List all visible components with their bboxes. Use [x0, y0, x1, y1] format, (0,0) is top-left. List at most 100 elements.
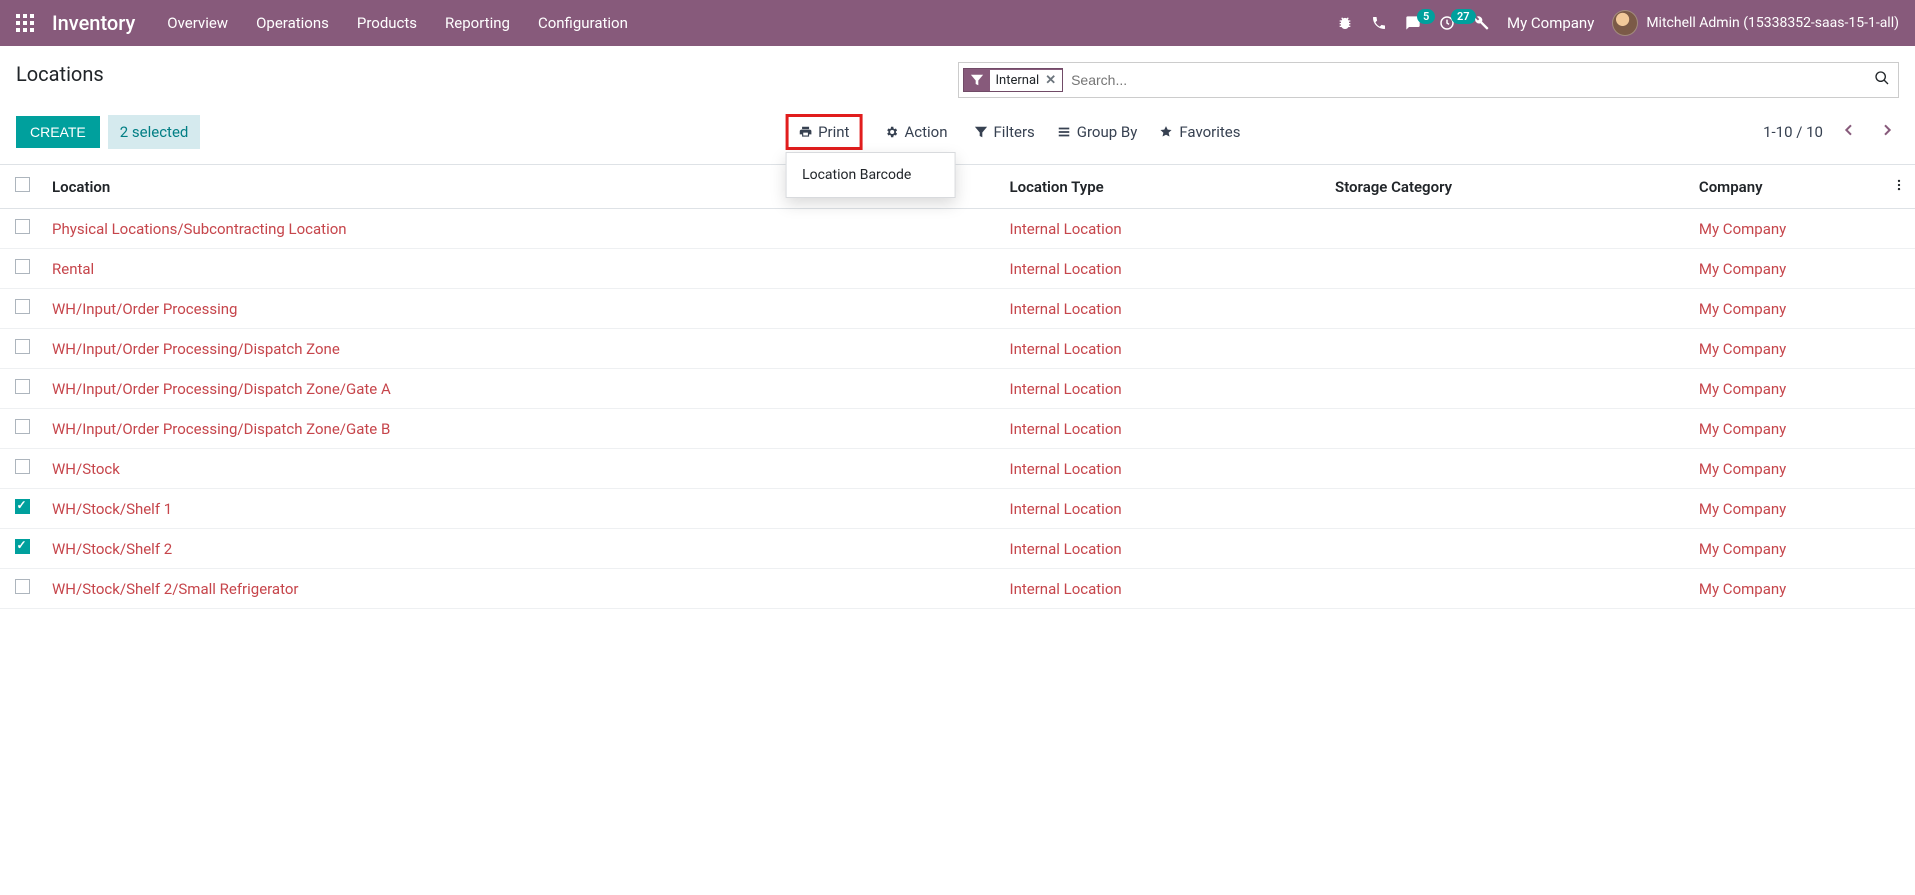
- cell-location[interactable]: WH/Input/Order Processing/Dispatch Zone/…: [44, 369, 1002, 409]
- favorites-button[interactable]: Favorites: [1159, 123, 1240, 141]
- row-checkbox[interactable]: [15, 299, 30, 314]
- cell-company[interactable]: My Company: [1691, 409, 1883, 449]
- table-row[interactable]: WH/Input/Order Processing/Dispatch ZoneI…: [0, 329, 1915, 369]
- facet-remove[interactable]: ✕: [1045, 73, 1056, 88]
- cell-company[interactable]: My Company: [1691, 369, 1883, 409]
- table-row[interactable]: RentalInternal Location My Company: [0, 249, 1915, 289]
- cell-location[interactable]: WH/Stock: [44, 449, 1002, 489]
- cell-type[interactable]: Internal Location: [1002, 369, 1328, 409]
- cell-company[interactable]: My Company: [1691, 529, 1883, 569]
- table-row[interactable]: WH/Stock/Shelf 2Internal Location My Comp…: [0, 529, 1915, 569]
- search-input[interactable]: [1071, 72, 1866, 88]
- app-brand[interactable]: Inventory: [52, 11, 135, 35]
- search-icon[interactable]: [1874, 70, 1890, 90]
- cell-company[interactable]: My Company: [1691, 569, 1883, 609]
- cell-storage[interactable]: [1327, 249, 1691, 289]
- apps-icon[interactable]: [16, 14, 34, 32]
- cell-location[interactable]: WH/Stock/Shelf 2: [44, 529, 1002, 569]
- table-row[interactable]: WH/Stock/Shelf 1Internal Location My Comp…: [0, 489, 1915, 529]
- header-storage[interactable]: Storage Category: [1327, 165, 1691, 209]
- nav-operations[interactable]: Operations: [256, 14, 329, 32]
- table-row[interactable]: WH/StockInternal Location My Company: [0, 449, 1915, 489]
- nav-configuration[interactable]: Configuration: [538, 14, 628, 32]
- cell-location[interactable]: WH/Input/Order Processing/Dispatch Zone/…: [44, 409, 1002, 449]
- row-checkbox-cell: [0, 289, 44, 329]
- cell-location[interactable]: Physical Locations/Subcontracting Locati…: [44, 209, 1002, 249]
- row-checkbox[interactable]: [15, 259, 30, 274]
- company-selector[interactable]: My Company: [1507, 14, 1594, 32]
- cell-type[interactable]: Internal Location: [1002, 209, 1328, 249]
- bug-icon[interactable]: [1337, 15, 1353, 31]
- cell-storage[interactable]: [1327, 409, 1691, 449]
- selection-count[interactable]: 2 selected: [108, 115, 201, 149]
- user-menu[interactable]: Mitchell Admin (15338352-saas-15-1-all): [1612, 10, 1899, 36]
- cell-storage[interactable]: [1327, 369, 1691, 409]
- groupby-button[interactable]: Group By: [1057, 123, 1138, 141]
- cell-storage[interactable]: [1327, 289, 1691, 329]
- print-dropdown-wrap: Print Location Barcode: [785, 114, 862, 150]
- cell-location[interactable]: WH/Stock/Shelf 2/Small Refrigerator: [44, 569, 1002, 609]
- print-button[interactable]: Print: [785, 114, 862, 150]
- tools-icon[interactable]: [1473, 15, 1489, 31]
- cell-opts: [1883, 249, 1915, 289]
- cell-type[interactable]: Internal Location: [1002, 489, 1328, 529]
- nav-products[interactable]: Products: [357, 14, 417, 32]
- nav-overview[interactable]: Overview: [167, 14, 228, 32]
- cell-company[interactable]: My Company: [1691, 489, 1883, 529]
- print-item-location-barcode[interactable]: Location Barcode: [786, 159, 954, 191]
- row-checkbox[interactable]: [15, 539, 30, 554]
- search-bar[interactable]: Internal ✕: [958, 62, 1900, 98]
- cell-storage[interactable]: [1327, 329, 1691, 369]
- cell-type[interactable]: Internal Location: [1002, 329, 1328, 369]
- row-checkbox[interactable]: [15, 579, 30, 594]
- cell-type[interactable]: Internal Location: [1002, 409, 1328, 449]
- phone-icon[interactable]: [1371, 15, 1387, 31]
- row-checkbox[interactable]: [15, 219, 30, 234]
- row-checkbox[interactable]: [15, 499, 30, 514]
- header-options[interactable]: [1883, 165, 1915, 209]
- cell-location[interactable]: WH/Stock/Shelf 1: [44, 489, 1002, 529]
- messages-icon[interactable]: 5: [1405, 15, 1421, 31]
- header-type[interactable]: Location Type: [1002, 165, 1328, 209]
- pager-next[interactable]: [1875, 118, 1899, 146]
- cell-company[interactable]: My Company: [1691, 209, 1883, 249]
- select-all-checkbox[interactable]: [15, 177, 30, 192]
- row-checkbox-cell: [0, 449, 44, 489]
- cell-type[interactable]: Internal Location: [1002, 249, 1328, 289]
- table-row[interactable]: WH/Input/Order Processing/Dispatch Zone/…: [0, 409, 1915, 449]
- avatar: [1612, 10, 1638, 36]
- cell-location[interactable]: WH/Input/Order Processing/Dispatch Zone: [44, 329, 1002, 369]
- table-row[interactable]: Physical Locations/Subcontracting Locati…: [0, 209, 1915, 249]
- cell-company[interactable]: My Company: [1691, 449, 1883, 489]
- cell-type[interactable]: Internal Location: [1002, 449, 1328, 489]
- nav-reporting[interactable]: Reporting: [445, 14, 510, 32]
- table-row[interactable]: WH/Input/Order ProcessingInternal Locati…: [0, 289, 1915, 329]
- action-button[interactable]: Action: [874, 117, 957, 147]
- table-row[interactable]: WH/Input/Order Processing/Dispatch Zone/…: [0, 369, 1915, 409]
- header-company[interactable]: Company: [1691, 165, 1883, 209]
- cell-type[interactable]: Internal Location: [1002, 529, 1328, 569]
- cell-storage[interactable]: [1327, 569, 1691, 609]
- cell-location[interactable]: WH/Input/Order Processing: [44, 289, 1002, 329]
- filters-button[interactable]: Filters: [974, 123, 1035, 141]
- pager-prev[interactable]: [1837, 118, 1861, 146]
- cell-storage[interactable]: [1327, 209, 1691, 249]
- activities-icon[interactable]: 27: [1439, 15, 1455, 31]
- cell-storage[interactable]: [1327, 489, 1691, 529]
- row-checkbox[interactable]: [15, 419, 30, 434]
- create-button[interactable]: Create: [16, 116, 100, 148]
- cell-location[interactable]: Rental: [44, 249, 1002, 289]
- cell-storage[interactable]: [1327, 449, 1691, 489]
- cell-company[interactable]: My Company: [1691, 329, 1883, 369]
- pager-range[interactable]: 1-10 / 10: [1763, 123, 1823, 141]
- cell-type[interactable]: Internal Location: [1002, 569, 1328, 609]
- cell-company[interactable]: My Company: [1691, 289, 1883, 329]
- row-checkbox[interactable]: [15, 379, 30, 394]
- cell-company[interactable]: My Company: [1691, 249, 1883, 289]
- favorites-label: Favorites: [1179, 123, 1240, 141]
- row-checkbox[interactable]: [15, 339, 30, 354]
- table-row[interactable]: WH/Stock/Shelf 2/Small RefrigeratorInter…: [0, 569, 1915, 609]
- cell-storage[interactable]: [1327, 529, 1691, 569]
- cell-type[interactable]: Internal Location: [1002, 289, 1328, 329]
- row-checkbox[interactable]: [15, 459, 30, 474]
